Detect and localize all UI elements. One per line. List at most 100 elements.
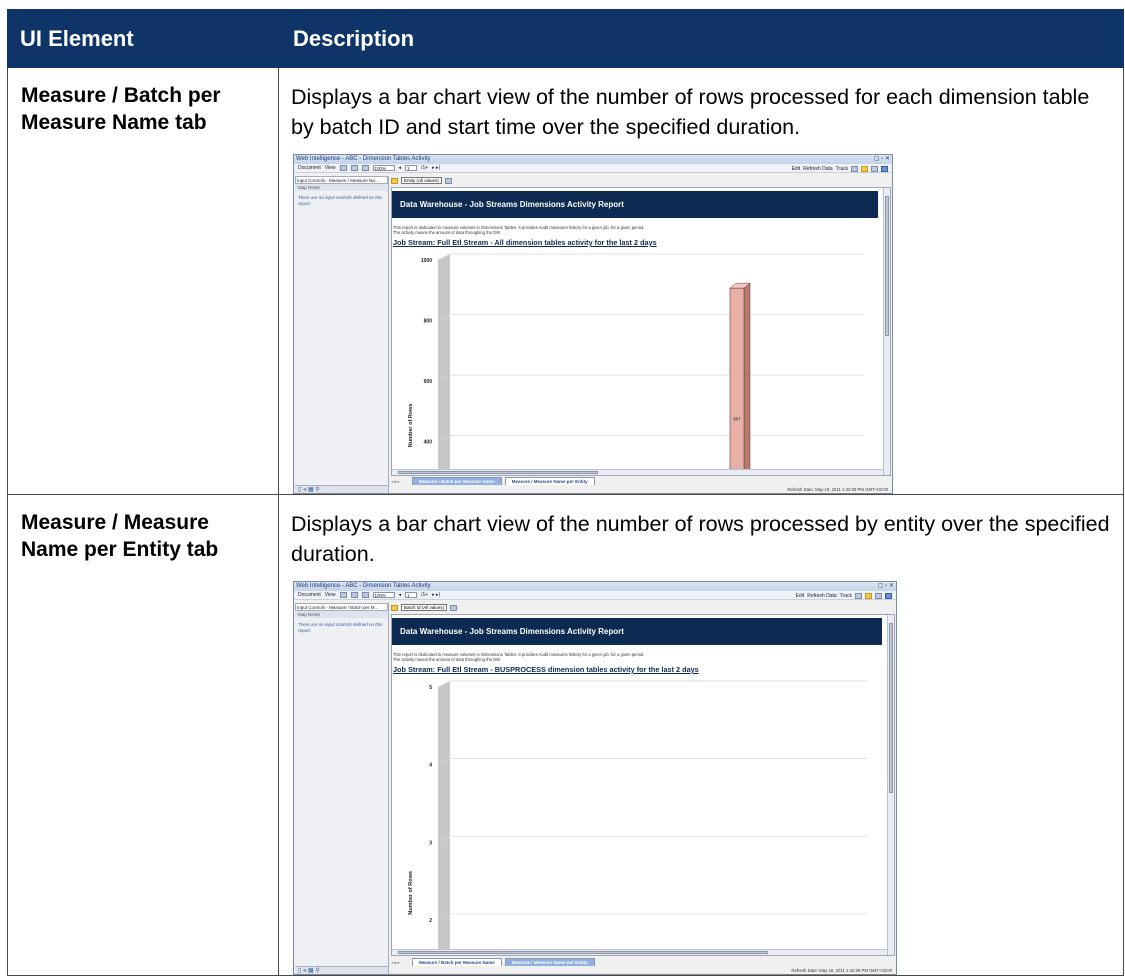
header-description: Description [278,9,1124,68]
save-icon[interactable] [339,592,347,598]
view-menu[interactable]: View [325,592,336,598]
save-icon[interactable] [339,165,347,171]
vertical-scrollbar-thumb[interactable] [889,623,893,793]
first-page-icon[interactable]: ◂ [399,165,402,171]
report-title: Job Stream: Full Etl Stream - BUSPROCESS… [393,665,699,674]
undo-icon[interactable] [851,165,858,172]
page-number-input[interactable]: 1 [405,592,418,598]
horizontal-scrollbar[interactable] [392,949,887,955]
dropdown-arrow-icon[interactable] [444,177,452,184]
report-note-2: The activity means the amount of data th… [393,230,501,235]
print-icon[interactable] [350,165,358,171]
panel-icon[interactable] [881,165,888,172]
page-number-input[interactable]: 1 [405,165,418,171]
print-icon[interactable] [350,592,358,598]
y-tick-label: 3 [429,840,432,846]
table-row: Measure / Batch per Measure Name tab Dis… [7,67,1124,495]
tab-measure-per-entity[interactable]: Measure / Measure Name per Entity [504,477,595,485]
y-tick-label: 4 [429,763,432,769]
horizontal-scrollbar-thumb[interactable] [398,951,768,954]
report-filter: Entity (All values) [391,176,452,185]
next-page-icon[interactable]: ▸ ▸| [432,165,440,171]
highlight-icon[interactable] [865,592,872,599]
no-input-controls-message: There are no input controls defined on t… [298,195,383,206]
filter-icon [391,177,398,184]
panel-footer-icons[interactable]: ▯ ⫷ ▦ ⚲ [295,966,388,974]
report-area: Data Warehouse - Job Streams Dimensions … [391,614,895,956]
map-reset-tabs[interactable]: Map Reset [295,184,388,191]
y-tick-label: 800 [424,319,433,325]
y-tick-label: 5 [429,685,432,691]
report-banner: Data Warehouse - Job Streams Dimensions … [392,618,882,645]
find-icon[interactable] [361,165,369,171]
find-icon[interactable] [361,592,369,598]
first-page-icon[interactable]: ◂ [399,592,402,598]
window-controls[interactable]: ▢ ▫ ✕ [878,582,894,591]
screenshot-batch-per-measure: Web Intelligence - ABC - Dimension Table… [293,154,893,494]
vertical-scrollbar-thumb[interactable] [885,196,889,336]
window-title: Web Intelligence - ABC - Dimension Table… [296,583,431,589]
bar-chart: 5 4 3 2 Number of Rows [408,680,868,951]
edit-button[interactable]: Edit [796,593,805,599]
tab-batch-per-measure[interactable]: Measure / Batch per Measure Name [412,958,502,966]
highlight-icon[interactable] [861,165,868,172]
vertical-scrollbar[interactable] [883,188,890,475]
chart-plot-area [450,681,868,951]
y-axis-label: Number of Rows [408,871,414,915]
chart-wall [438,254,450,472]
zoom-select[interactable]: 100% [372,165,395,171]
report-tabs: ◂◂▸▸ Measure / Batch per Measure Name Me… [391,476,595,485]
edit-button[interactable]: Edit [792,166,801,172]
description-cell: Displays a bar chart view of the number … [278,494,1124,976]
chart-wall [438,681,450,951]
document-menu[interactable]: Document [298,165,321,171]
panel-footer-icons[interactable]: ▯ ⫷ ▦ ⚲ [295,485,388,493]
batch-id-filter-select[interactable]: Batch Id (All values) [401,604,448,611]
track-button[interactable]: Track [840,593,852,599]
bar-side [743,282,751,472]
report-title: Job Stream: Full Etl Stream - All dimens… [393,238,657,247]
screenshot-measure-per-entity: Web Intelligence - ABC - Dimension Table… [293,581,897,975]
vertical-scrollbar[interactable] [887,615,894,955]
refresh-date: Refresh Date: May 19, 2011 1:42:09 PM GM… [787,487,888,492]
document-menu[interactable]: Document [298,592,321,598]
y-tick-label: 400 [424,440,433,446]
view-menu[interactable]: View [325,165,336,171]
tab-measure-per-entity[interactable]: Measure / Measure Name per Entity [504,958,595,966]
window-controls[interactable]: ▢ ▫ ✕ [874,155,890,164]
toolbar: Document View 100% ◂ 1 /1+ ▸ ▸| Edit Ref… [294,164,892,173]
ui-element-name: Measure / Batch per Measure Name tab [7,67,279,495]
refresh-data-button[interactable]: Refresh Data [807,593,836,599]
track-button[interactable]: Track [836,166,848,172]
report-banner: Data Warehouse - Job Streams Dimensions … [392,191,878,218]
report-tabs: ◂◂▸▸ Measure / Batch per Measure Name Me… [391,957,595,966]
no-input-controls-message: There are no input controls defined on t… [298,622,383,633]
horizontal-scrollbar-thumb[interactable] [398,471,598,474]
refresh-data-button[interactable]: Refresh Data [803,166,832,172]
map-reset-tabs[interactable]: Map Reset [295,611,388,618]
page-total: /1+ [421,592,429,598]
y-tick-label: 600 [424,379,433,385]
tab-batch-per-measure[interactable]: Measure / Batch per Measure Name [412,477,502,485]
toolbar-right: Edit Refresh Data Track [792,164,888,173]
toolbar-right: Edit Refresh Data Track [796,591,892,600]
input-controls-panel: Input Controls - Measure / Batch per M..… [295,603,389,974]
layout-icon[interactable] [875,592,882,599]
layout-icon[interactable] [871,165,878,172]
refresh-date: Refresh Date: May 19, 2011 1:42:09 PM GM… [791,968,892,973]
filter-icon [391,604,398,611]
y-tick-label: 2 [429,918,432,924]
zoom-select[interactable]: 100% [372,592,395,598]
report-note-2: The activity means the amount of data th… [393,657,501,662]
bar [729,287,745,472]
undo-icon[interactable] [855,592,862,599]
doc-table: UI Element Description Measure / Batch p… [7,9,1124,976]
dropdown-arrow-icon[interactable] [450,604,458,611]
report-filter: Batch Id (All values) [391,603,458,612]
report-area: Data Warehouse - Job Streams Dimensions … [391,187,891,476]
horizontal-scrollbar[interactable] [392,469,883,475]
panel-icon[interactable] [885,592,892,599]
next-page-icon[interactable]: ▸ ▸| [432,592,440,598]
entity-filter-select[interactable]: Entity (All values) [401,177,442,184]
header-ui-element: UI Element [7,9,279,68]
